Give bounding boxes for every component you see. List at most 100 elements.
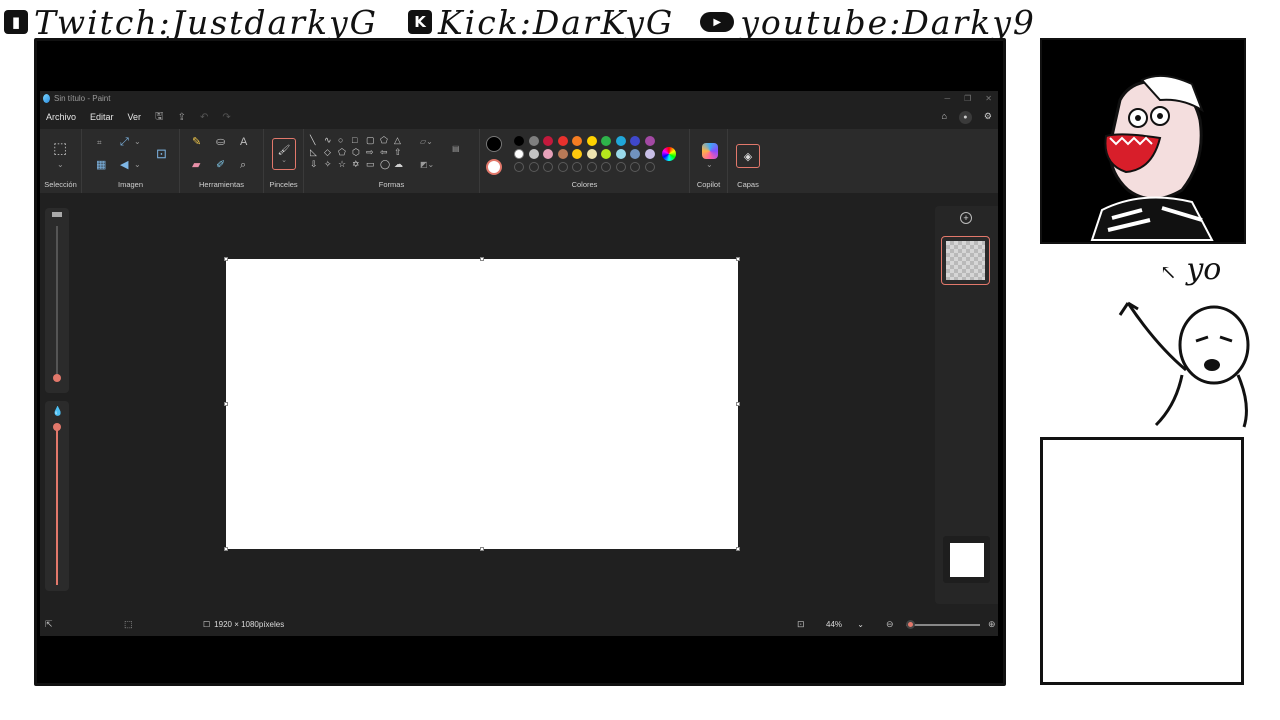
flip-icon[interactable]: ◀ [120,160,128,171]
image-select-icon[interactable]: ▦ [96,160,106,171]
chevron-down-icon[interactable]: ⌄ [57,161,64,169]
rounded-rect-shape-icon[interactable]: ▢ [366,135,379,146]
menu-archivo[interactable]: Archivo [46,112,76,122]
chevron-down-icon[interactable]: ⌄ [706,161,713,169]
resize-handle[interactable] [736,402,740,406]
custom-color-slot[interactable] [514,162,524,172]
hexagon-shape-icon[interactable]: ⬡ [352,147,365,158]
chevron-down-icon[interactable]: ⌄ [134,138,141,146]
custom-color-slot[interactable] [630,162,640,172]
edit-colors-icon[interactable] [662,147,676,161]
fill-bucket-icon[interactable]: ⛀ [216,137,225,148]
color-swatch[interactable] [514,149,524,159]
crop-icon[interactable]: ⌗ [97,139,102,147]
color-swatch[interactable] [572,136,582,146]
fill-icon[interactable]: ◩⌄ [420,161,434,169]
resize-handle[interactable] [480,257,484,261]
callout-cloud-shape-icon[interactable]: ☁ [394,159,407,170]
custom-color-slot[interactable] [615,162,626,172]
star4-shape-icon[interactable]: ✧ [324,159,337,170]
color-swatch[interactable] [601,149,611,159]
text-icon[interactable]: A [240,137,247,148]
arrow-down-shape-icon[interactable]: ⇩ [310,159,323,170]
color-swatch[interactable] [543,136,553,146]
callout-rect-shape-icon[interactable]: ▭ [366,159,379,170]
color-swatch[interactable] [615,149,626,159]
shape-more-icon[interactable]: ▤ [452,145,460,153]
color-swatch[interactable] [601,136,611,146]
account-icon[interactable]: ● [958,110,972,124]
diamond-shape-icon[interactable]: ◇ [324,147,337,158]
resize-icon[interactable]: ⤢ [120,137,129,148]
callout-oval-shape-icon[interactable]: ◯ [380,159,393,170]
curve-shape-icon[interactable]: ∿ [324,135,337,146]
color-swatch[interactable] [543,149,553,159]
custom-color-slot[interactable] [572,162,582,172]
settings-icon[interactable]: ⚙ [984,111,992,124]
color-swatch[interactable] [528,149,539,159]
resize-handle[interactable] [736,547,740,551]
remove-background-icon[interactable]: ⊡ [156,147,167,160]
redo-icon[interactable]: ↷ [222,112,230,123]
line-shape-icon[interactable]: ╲ [310,135,323,146]
zoom-out-icon[interactable]: ⊖ [886,619,894,630]
custom-color-slot[interactable] [586,162,597,172]
color-swatch[interactable] [557,136,568,146]
size-knob[interactable] [53,374,61,382]
select-rect-icon[interactable]: ⬚ [53,141,67,156]
share-icon[interactable]: ⇪ [178,112,186,123]
layers-button[interactable]: ◈ [736,144,760,168]
color2-swatch[interactable] [486,159,502,175]
add-layer-icon[interactable]: + [960,212,972,224]
close-icon[interactable]: ✕ [985,94,992,103]
navigator-thumbnail[interactable] [943,536,990,583]
drawing-canvas[interactable] [224,257,740,551]
save-icon[interactable]: 🖫 [155,109,164,126]
zoom-in-icon[interactable]: ⊕ [988,619,996,630]
color-swatch[interactable] [630,136,640,146]
menu-ver[interactable]: Ver [128,112,142,122]
custom-color-slot[interactable] [601,162,611,172]
arrow-right-shape-icon[interactable]: ⇨ [366,147,379,158]
custom-color-slot[interactable] [557,162,568,172]
resize-handle[interactable] [224,547,228,551]
menu-editar[interactable]: Editar [90,112,114,122]
undo-icon[interactable]: ↶ [200,112,208,123]
pencil-icon[interactable]: ✎ [192,137,201,148]
triangle-shape-icon[interactable]: △ [394,135,407,146]
resize-handle[interactable] [736,257,740,261]
color-swatch[interactable] [644,149,655,159]
star6-shape-icon[interactable]: ✡ [352,159,365,170]
resize-handle[interactable] [480,547,484,551]
layer-thumbnail[interactable] [941,236,990,285]
opacity-slider[interactable]: 💧 [45,401,69,591]
chevron-down-icon[interactable]: ⌄ [134,161,141,169]
color-swatch[interactable] [572,149,582,159]
color-swatch[interactable] [514,136,524,146]
color-picker-icon[interactable]: ✐ [216,160,225,171]
minimize-icon[interactable]: ─ [944,94,950,103]
arrow-left-shape-icon[interactable]: ⇦ [380,147,393,158]
right-triangle-shape-icon[interactable]: ◺ [310,147,323,158]
pentagon-shape-icon[interactable]: ⬠ [338,147,351,158]
arrow-up-shape-icon[interactable]: ⇧ [394,147,407,158]
star5-shape-icon[interactable]: ☆ [338,159,351,170]
maximize-icon[interactable]: ❐ [964,94,971,103]
custom-color-slot[interactable] [543,162,553,172]
color-swatch[interactable] [586,149,597,159]
color1-swatch[interactable] [486,136,502,152]
color-swatch[interactable] [644,136,655,146]
fit-to-window-icon[interactable]: ⊡ [797,619,805,630]
color-swatch[interactable] [557,149,568,159]
custom-color-slot[interactable] [644,162,655,172]
zoom-dropdown[interactable]: 44% ⌄ [820,617,870,632]
brush-button[interactable]: 🖌 ⌄ [272,138,296,170]
color-swatch[interactable] [586,136,597,146]
polygon-shape-icon[interactable]: ⬠ [380,135,393,146]
resize-handle[interactable] [224,257,228,261]
color-swatch[interactable] [528,136,539,146]
magnifier-icon[interactable]: ⌕ [240,160,246,171]
copilot-icon[interactable] [702,143,718,159]
outline-icon[interactable]: ▱⌄ [420,138,433,146]
size-slider[interactable] [45,208,69,393]
